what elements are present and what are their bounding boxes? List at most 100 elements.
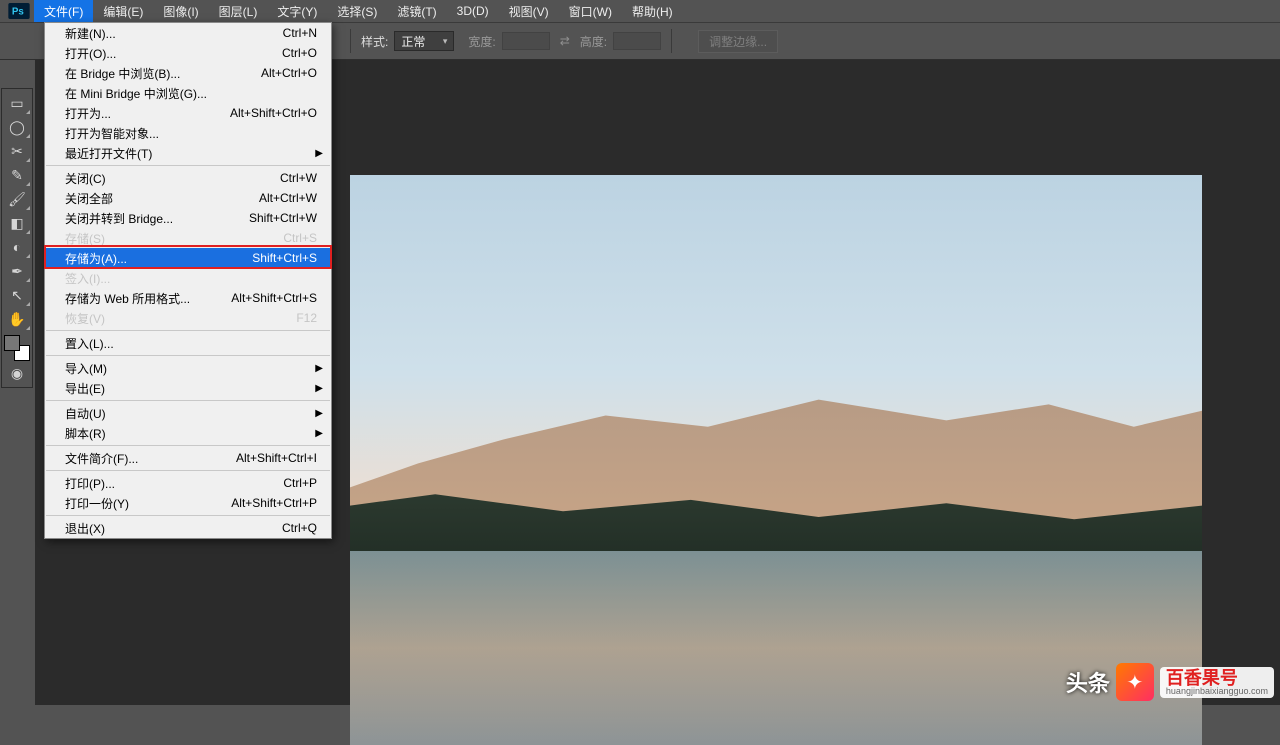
menu-item-shortcut: Alt+Shift+Ctrl+O [230, 106, 317, 120]
menu-item-shortcut: Ctrl+P [283, 476, 317, 490]
tool-marquee[interactable]: ▭ [3, 91, 31, 115]
tool-eyedropper[interactable]: ✎ [3, 163, 31, 187]
menu-image[interactable]: 图像(I) [153, 0, 208, 22]
color-swatches[interactable] [4, 335, 30, 361]
menu-item-shortcut: Alt+Ctrl+W [259, 191, 317, 205]
menu-item-label: 导出(E) [65, 380, 317, 397]
menu-3d[interactable]: 3D(D) [447, 0, 499, 22]
menu-item[interactable]: 存储为(A)...Shift+Ctrl+S [45, 248, 331, 268]
style-label: 样式: [361, 33, 388, 50]
menu-item-label: 退出(X) [65, 520, 282, 537]
menu-item[interactable]: 退出(X)Ctrl+Q [45, 518, 331, 538]
menu-item-label: 打开为智能对象... [65, 125, 317, 142]
menu-view[interactable]: 视图(V) [499, 0, 559, 22]
menu-item[interactable]: 在 Mini Bridge 中浏览(G)... [45, 83, 331, 103]
menu-item-shortcut: Alt+Shift+Ctrl+S [231, 291, 317, 305]
document-canvas[interactable] [350, 175, 1202, 745]
menu-item-label: 打开为... [65, 105, 230, 122]
menu-item[interactable]: 最近打开文件(T)▶ [45, 143, 331, 163]
menu-item-label: 新建(N)... [65, 25, 283, 42]
menu-item-shortcut: Ctrl+W [280, 171, 317, 185]
tool-lasso[interactable]: ◯ [3, 115, 31, 139]
foreground-color-swatch[interactable] [4, 335, 20, 351]
menu-item[interactable]: 打开为智能对象... [45, 123, 331, 143]
menu-select[interactable]: 选择(S) [327, 0, 387, 22]
submenu-arrow-icon: ▶ [315, 363, 323, 374]
menu-item-label: 打开(O)... [65, 45, 282, 62]
menu-layer[interactable]: 图层(L) [209, 0, 268, 22]
tool-path[interactable]: ↖ [3, 283, 31, 307]
menu-item-label: 存储(S) [65, 230, 283, 247]
menu-item[interactable]: 打印(P)...Ctrl+P [45, 473, 331, 493]
menu-item[interactable]: 打印一份(Y)Alt+Shift+Ctrl+P [45, 493, 331, 513]
menu-item[interactable]: 置入(L)... [45, 333, 331, 353]
menu-item-label: 存储为 Web 所用格式... [65, 290, 231, 307]
tool-crop[interactable]: ✂ [3, 139, 31, 163]
width-label: 宽度: [468, 33, 495, 50]
menu-item-label: 关闭(C) [65, 170, 280, 187]
refine-edge-button[interactable]: 调整边缘... [698, 30, 778, 53]
menu-edit[interactable]: 编辑(E) [93, 0, 153, 22]
menu-type[interactable]: 文字(Y) [267, 0, 327, 22]
menu-item[interactable]: 在 Bridge 中浏览(B)...Alt+Ctrl+O [45, 63, 331, 83]
submenu-arrow-icon: ▶ [315, 408, 323, 419]
menu-item-label: 在 Bridge 中浏览(B)... [65, 65, 261, 82]
menu-separator [46, 165, 330, 166]
style-dropdown[interactable]: 正常 ▾ [394, 31, 454, 51]
width-field [502, 32, 550, 50]
menu-separator [46, 355, 330, 356]
file-menu-panel: 新建(N)...Ctrl+N打开(O)...Ctrl+O在 Bridge 中浏览… [44, 22, 332, 539]
watermark: 头条 ✦ 百香果号 huangjinbaixiangguo.com [1066, 663, 1274, 701]
menu-item-label: 在 Mini Bridge 中浏览(G)... [65, 85, 317, 102]
menu-item[interactable]: 脚本(R)▶ [45, 423, 331, 443]
menu-item-label: 打印一份(Y) [65, 495, 231, 512]
menu-item-shortcut: Ctrl+S [283, 231, 317, 245]
svg-text:Ps: Ps [12, 7, 25, 18]
submenu-arrow-icon: ▶ [315, 383, 323, 394]
menu-item[interactable]: 存储为 Web 所用格式...Alt+Shift+Ctrl+S [45, 288, 331, 308]
height-field [613, 32, 661, 50]
menu-item[interactable]: 关闭全部Alt+Ctrl+W [45, 188, 331, 208]
menu-item[interactable]: 新建(N)...Ctrl+N [45, 23, 331, 43]
menu-item-shortcut: Ctrl+Q [282, 521, 317, 535]
submenu-arrow-icon: ▶ [315, 428, 323, 439]
menu-item-shortcut: Shift+Ctrl+W [249, 211, 317, 225]
menu-item[interactable]: 打开(O)...Ctrl+O [45, 43, 331, 63]
menu-window[interactable]: 窗口(W) [559, 0, 622, 22]
menu-item: 签入(I)... [45, 268, 331, 288]
menu-file[interactable]: 文件(F) [34, 0, 93, 22]
tool-quickmask[interactable]: ◉ [3, 361, 31, 385]
menu-item[interactable]: 打开为...Alt+Shift+Ctrl+O [45, 103, 331, 123]
menu-item[interactable]: 关闭并转到 Bridge...Shift+Ctrl+W [45, 208, 331, 228]
menu-filter[interactable]: 滤镜(T) [387, 0, 446, 22]
chevron-down-icon: ▾ [443, 36, 448, 47]
watermark-brand: 百香果号 huangjinbaixiangguo.com [1160, 667, 1274, 698]
menu-item-label: 打印(P)... [65, 475, 283, 492]
menu-item[interactable]: 关闭(C)Ctrl+W [45, 168, 331, 188]
menu-item[interactable]: 文件简介(F)...Alt+Shift+Ctrl+I [45, 448, 331, 468]
menu-item[interactable]: 导出(E)▶ [45, 378, 331, 398]
style-value: 正常 [401, 33, 425, 50]
menu-separator [46, 470, 330, 471]
menu-separator [46, 445, 330, 446]
tool-pen[interactable]: ✒ [3, 259, 31, 283]
tool-hand[interactable]: ✋ [3, 307, 31, 331]
menu-item-shortcut: Ctrl+O [282, 46, 317, 60]
tool-eraser[interactable]: ◧ [3, 211, 31, 235]
menu-help[interactable]: 帮助(H) [622, 0, 683, 22]
menu-item[interactable]: 导入(M)▶ [45, 358, 331, 378]
height-label: 高度: [580, 33, 607, 50]
app-logo: Ps [4, 0, 34, 22]
submenu-arrow-icon: ▶ [315, 148, 323, 159]
watermark-text: 头条 [1066, 666, 1110, 698]
menu-item: 存储(S)Ctrl+S [45, 228, 331, 248]
menu-item[interactable]: 自动(U)▶ [45, 403, 331, 423]
menu-item: 恢复(V)F12 [45, 308, 331, 328]
watermark-logo-icon: ✦ [1116, 663, 1154, 701]
menu-item-label: 脚本(R) [65, 425, 317, 442]
tool-gradient[interactable]: ◐ [3, 235, 31, 259]
menu-item-label: 置入(L)... [65, 335, 317, 352]
menu-item-label: 最近打开文件(T) [65, 145, 317, 162]
tool-brush[interactable]: 🖌 [3, 187, 31, 211]
menu-item-label: 签入(I)... [65, 270, 317, 287]
